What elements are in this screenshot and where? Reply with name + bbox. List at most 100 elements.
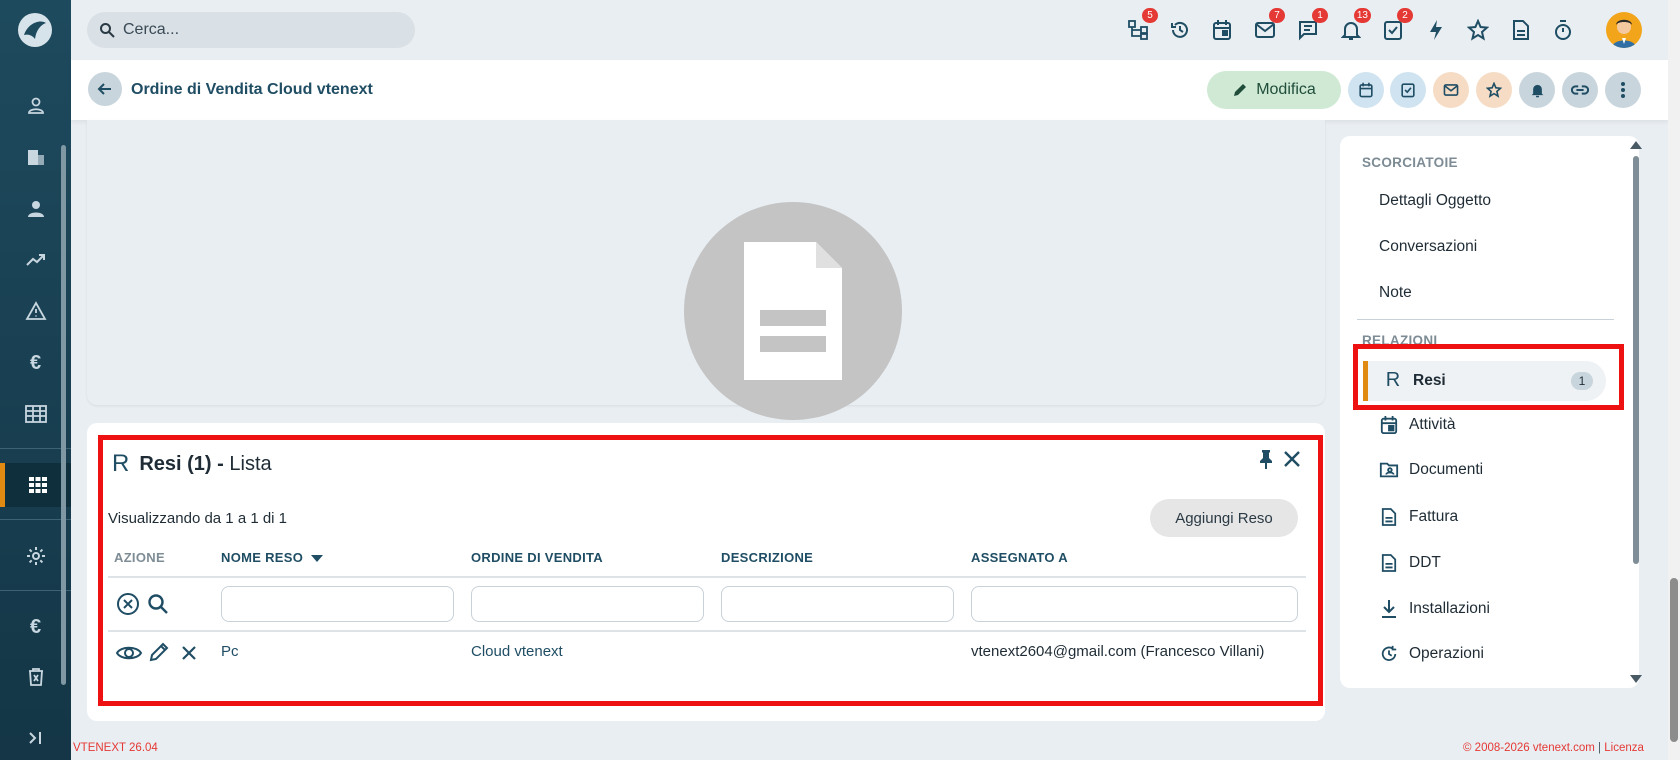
hierarchy-icon[interactable]: 5	[1124, 8, 1158, 44]
relation-item-installazioni[interactable]: Installazioni	[1379, 599, 1490, 619]
task-check-icon[interactable]: 2	[1379, 8, 1413, 44]
notification-badge: 5	[1142, 8, 1158, 23]
record-header: Ordine di Vendita Cloud vtenext Modifica	[71, 60, 1669, 120]
download-icon	[1379, 599, 1399, 619]
calendar-icon[interactable]	[1208, 16, 1236, 44]
notification-badge: 2	[1397, 8, 1413, 23]
sort-desc-icon	[311, 554, 324, 562]
shortcut-conversazioni[interactable]: Conversazioni	[1379, 238, 1477, 256]
search-icon	[99, 22, 115, 38]
list-title-module: Resi (1) -	[139, 452, 224, 475]
view-eye-icon[interactable]	[116, 644, 142, 662]
panel-scroll-up-icon[interactable]	[1630, 140, 1642, 150]
panel-scroll-down-icon[interactable]	[1630, 674, 1642, 684]
send-email-button[interactable]	[1433, 72, 1469, 108]
chat-icon[interactable]: 1	[1294, 8, 1328, 44]
edit-pencil-icon[interactable]	[149, 642, 169, 662]
folder-icon	[1379, 461, 1399, 479]
relation-label: Documenti	[1409, 461, 1484, 478]
reminder-button[interactable]	[1519, 72, 1555, 108]
back-button[interactable]	[88, 72, 122, 106]
app-version: VTENEXT 26.04	[73, 742, 158, 754]
task-check-icon	[1401, 83, 1415, 98]
relation-label: Installazioni	[1409, 600, 1490, 617]
star-icon[interactable]	[1464, 16, 1492, 44]
filter-assegnato-input[interactable]	[971, 586, 1298, 622]
document-icon[interactable]	[1507, 16, 1535, 44]
kebab-menu-icon	[1621, 82, 1625, 98]
link-icon	[1571, 85, 1589, 95]
module-letter-icon: R	[112, 450, 130, 477]
copyright-text: © 2008-2026 vtenext.com	[1463, 742, 1595, 754]
favorite-button[interactable]	[1476, 72, 1512, 108]
filter-ordine-input[interactable]	[471, 586, 704, 622]
record-count-info: Visualizzando da 1 a 1 di 1	[108, 510, 288, 527]
delete-x-icon[interactable]	[181, 645, 197, 661]
star-icon	[1486, 82, 1502, 98]
link-button[interactable]	[1562, 72, 1598, 108]
column-header-azione: AZIONE	[114, 550, 165, 565]
column-header-assegnato-a[interactable]: ASSEGNATO A	[971, 550, 1068, 565]
relation-label: Attività	[1409, 416, 1456, 433]
sidebar-scrollbar[interactable]	[61, 145, 66, 685]
search-input[interactable]	[123, 21, 383, 39]
bell-icon[interactable]: 13	[1337, 8, 1371, 44]
more-options-button[interactable]	[1605, 72, 1641, 108]
ddt-document-icon	[1379, 553, 1399, 573]
page-scrollbar-thumb[interactable]	[1670, 578, 1678, 742]
column-header-descrizione[interactable]: DESCRIZIONE	[721, 550, 813, 565]
column-header-ordine-di-vendita[interactable]: ORDINE DI VENDITA	[471, 550, 603, 565]
relation-highlight-frame	[1353, 344, 1624, 410]
cell-nome-reso[interactable]: Pc	[221, 643, 239, 660]
shortcut-note[interactable]: Note	[1379, 284, 1412, 302]
edit-button[interactable]: Modifica	[1207, 71, 1341, 109]
invoice-icon	[1379, 507, 1399, 527]
list-title-view: Lista	[229, 452, 272, 475]
notification-badge: 7	[1269, 8, 1285, 23]
notification-badge: 13	[1353, 8, 1371, 23]
add-task-button[interactable]	[1390, 72, 1426, 108]
expand-sidebar-icon[interactable]	[0, 716, 71, 760]
column-header-nome-reso[interactable]: NOME RESO	[221, 550, 324, 565]
stopwatch-icon[interactable]	[1549, 16, 1577, 44]
left-sidebar: € €	[0, 0, 71, 760]
pencil-icon	[1234, 84, 1247, 96]
search-box	[87, 12, 415, 48]
relation-item-fattura[interactable]: Fattura	[1379, 507, 1458, 527]
panel-scrollbar[interactable]	[1633, 156, 1639, 564]
pin-icon[interactable]	[1257, 449, 1275, 469]
lightning-icon[interactable]	[1422, 16, 1450, 44]
relation-item-documenti[interactable]: Documenti	[1379, 461, 1483, 479]
list-highlight-frame	[98, 435, 1323, 706]
history-icon[interactable]	[1166, 16, 1194, 44]
clear-filter-icon[interactable]	[116, 592, 140, 616]
search-filter-icon[interactable]	[147, 593, 169, 615]
close-icon[interactable]	[1283, 450, 1301, 468]
relation-item-operazioni[interactable]: Operazioni	[1379, 645, 1484, 663]
relation-item-attivita[interactable]: Attività	[1379, 415, 1456, 435]
add-reso-button[interactable]: Aggiungi Reso	[1150, 499, 1298, 537]
bell-icon	[1531, 84, 1543, 98]
list-title: R Resi (1) - Lista	[112, 450, 272, 478]
mail-icon	[1443, 84, 1459, 96]
record-image-card	[87, 120, 1325, 420]
app-logo[interactable]	[18, 13, 52, 47]
mail-icon[interactable]: 7	[1251, 8, 1285, 44]
cell-ordine-di-vendita[interactable]: Cloud vtenext	[471, 643, 563, 660]
filter-divider	[108, 630, 1306, 632]
contacts-icon[interactable]	[0, 84, 71, 128]
user-avatar[interactable]	[1606, 12, 1642, 48]
document-placeholder-icon	[684, 202, 902, 420]
calendar-icon	[1359, 82, 1373, 98]
page-title: Ordine di Vendita Cloud vtenext	[131, 81, 373, 98]
footer-copyright: © 2008-2026 vtenext.com | Licenza	[1463, 742, 1644, 754]
shortcut-dettagli-oggetto[interactable]: Dettagli Oggetto	[1379, 192, 1491, 210]
filter-descrizione-input[interactable]	[721, 586, 954, 622]
relation-item-ddt[interactable]: DDT	[1379, 553, 1441, 573]
license-link[interactable]: Licenza	[1604, 742, 1644, 754]
cycle-icon	[1379, 645, 1399, 663]
filter-nome-reso-input[interactable]	[221, 586, 454, 622]
page-scrollbar[interactable]	[1668, 0, 1680, 760]
cell-assegnato-a[interactable]: vtenext2604@gmail.com (Francesco Villani…	[971, 643, 1264, 660]
add-event-button[interactable]	[1348, 72, 1384, 108]
